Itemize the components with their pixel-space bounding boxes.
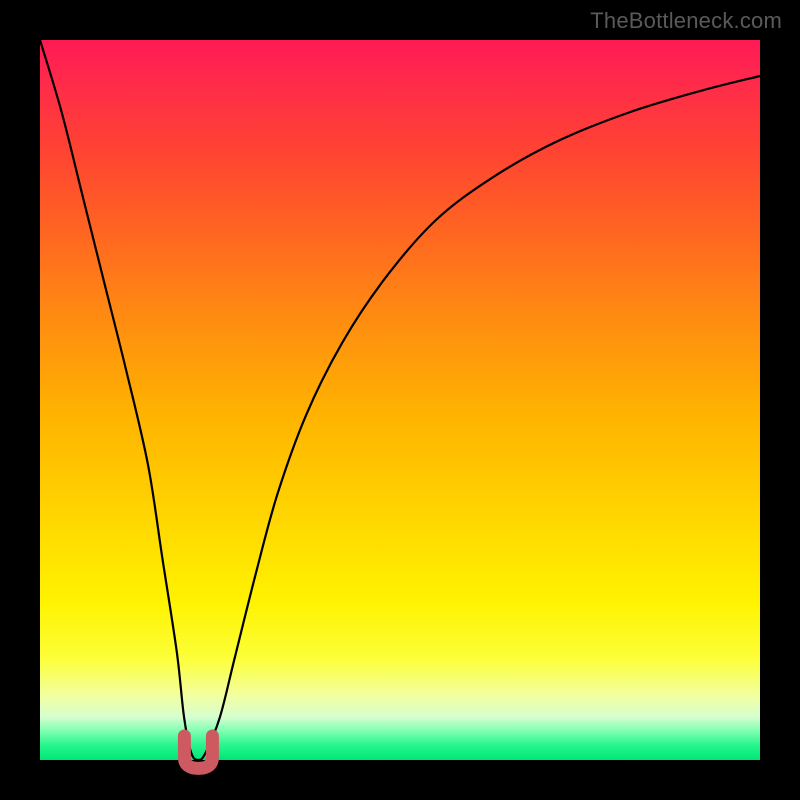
plot-area xyxy=(40,40,760,760)
watermark-link[interactable]: TheBottleneck.com xyxy=(590,8,782,33)
watermark[interactable]: TheBottleneck.com xyxy=(590,8,782,34)
bottleneck-curve xyxy=(40,40,760,760)
curve-svg xyxy=(40,40,760,760)
chart-frame: TheBottleneck.com xyxy=(0,0,800,800)
minimum-marker xyxy=(184,736,212,768)
